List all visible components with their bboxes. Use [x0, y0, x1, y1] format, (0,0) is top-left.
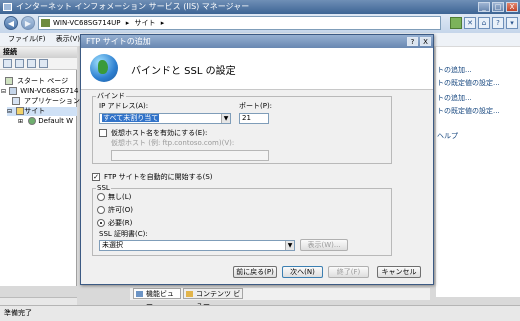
address-separator: ▸: [125, 19, 130, 27]
ssl-none-label: 無し(L): [108, 193, 132, 201]
home-icon[interactable]: ⌂: [478, 17, 490, 29]
action-set-ftp-defaults[interactable]: トの既定値の設定...: [437, 79, 500, 88]
expand-icon[interactable]: ⊞: [18, 118, 23, 125]
ssl-allow-label: 許可(O): [108, 206, 133, 214]
tree-item-app-pools[interactable]: アプリケーション: [12, 97, 80, 106]
chevron-down-icon[interactable]: ▼: [285, 241, 294, 250]
tree-item-start-page[interactable]: スタート ページ: [5, 77, 68, 86]
refresh-icon[interactable]: [450, 17, 462, 29]
iis-app-icon: [3, 3, 12, 11]
address-segment-sites[interactable]: サイト: [134, 19, 155, 27]
add-ftp-site-dialog: FTP サイトの追加 ? X バインドと SSL の設定 バインド IP アドレ…: [80, 34, 434, 285]
actions-panel: トの追加... トの既定値の設定... トの追加... トの既定値の設定... …: [436, 47, 520, 297]
minimize-button[interactable]: _: [478, 2, 490, 12]
window-title: インターネット インフォメーション サービス (IIS) マネージャー: [16, 2, 250, 11]
action-add-website[interactable]: トの追加...: [437, 94, 472, 103]
up-icon[interactable]: [27, 59, 36, 68]
auto-start-label: FTP サイトを自動的に開始する(S): [104, 173, 213, 181]
forward-arrow-icon[interactable]: ▶: [21, 16, 35, 30]
cancel-button[interactable]: キャンセル: [377, 266, 421, 278]
virtual-host-checkbox[interactable]: [99, 129, 107, 137]
view-cert-button[interactable]: 表示(W)...: [300, 239, 348, 251]
action-help[interactable]: ヘルプ: [437, 132, 458, 141]
help-icon[interactable]: ?: [492, 17, 504, 29]
dialog-title: FTP サイトの追加: [86, 37, 151, 46]
stop-icon[interactable]: ✕: [464, 17, 476, 29]
ssl-require-radio[interactable]: [97, 219, 105, 227]
dialog-title-bar: FTP サイトの追加 ? X: [81, 35, 433, 48]
ip-address-select[interactable]: すべて未割り当て ▼: [99, 113, 231, 124]
ssl-allow-radio[interactable]: [97, 206, 105, 214]
action-set-website-defaults[interactable]: トの既定値の設定...: [437, 107, 500, 116]
ip-address-label: IP アドレス(A):: [99, 102, 149, 110]
features-view-icon: [136, 291, 143, 297]
next-button[interactable]: 次へ(N): [282, 266, 323, 278]
tab-content-view[interactable]: コンテンツ ビュー: [183, 288, 243, 309]
ssl-cert-select[interactable]: 未選択 ▼: [99, 240, 295, 251]
globe-icon: [90, 54, 118, 82]
connect-server-icon[interactable]: [39, 59, 48, 68]
virtual-host-input[interactable]: [111, 150, 269, 161]
app-pools-icon: [12, 97, 20, 105]
dropdown-icon[interactable]: ▾: [506, 17, 518, 29]
ssl-group-label: SSL: [96, 184, 111, 192]
port-input[interactable]: 21: [239, 113, 269, 124]
status-text: 準備完了: [4, 309, 32, 317]
virtual-host-label: 仮想ホスト (例: ftp.contoso.com)(V):: [111, 139, 235, 147]
status-bar: 準備完了: [0, 305, 520, 321]
save-icon[interactable]: [15, 59, 24, 68]
menu-file[interactable]: ファイル(F): [8, 35, 46, 43]
ssl-none-radio[interactable]: [97, 193, 105, 201]
website-globe-icon: [28, 117, 36, 125]
connections-horizontal-scrollbar[interactable]: [0, 297, 77, 305]
connect-icon[interactable]: [3, 59, 12, 68]
start-page-icon: [5, 77, 13, 85]
back-arrow-icon[interactable]: ◀: [4, 16, 18, 30]
binding-group-label: バインド: [96, 92, 126, 100]
dialog-help-button[interactable]: ?: [407, 37, 418, 46]
address-toolbar: ◀ ▶ WIN-VC68SG714UP ▸ サイト ▸ ✕ ⌂ ? ▾: [0, 14, 520, 33]
tree-item-default-site[interactable]: ⊞ Default W: [18, 117, 73, 126]
action-add-ftp-site[interactable]: トの追加...: [437, 66, 472, 75]
ssl-cert-label: SSL 証明書(C):: [99, 230, 148, 238]
server-icon: [41, 19, 50, 27]
prev-button[interactable]: 前に戻る(P): [233, 266, 277, 278]
collapse-icon[interactable]: ⊟: [7, 108, 12, 115]
chevron-down-icon[interactable]: ▼: [221, 114, 230, 123]
connections-header: 接続: [0, 47, 77, 58]
port-label: ポート(P):: [239, 102, 273, 110]
virtual-host-checkbox-label: 仮想ホスト名を有効にする(E):: [111, 129, 208, 137]
collapse-icon[interactable]: ⊟: [1, 88, 6, 95]
sites-folder-icon: [16, 107, 24, 115]
address-segment-server[interactable]: WIN-VC68SG714UP: [53, 19, 121, 27]
server-icon: [9, 87, 17, 95]
menu-view[interactable]: 表示(V): [56, 35, 80, 43]
tree-item-server[interactable]: ⊟ WIN-VC68SG714: [1, 87, 78, 96]
connections-toolbar: [0, 58, 77, 70]
dialog-close-button[interactable]: X: [420, 37, 431, 46]
finish-button[interactable]: 終了(F): [328, 266, 369, 278]
dialog-header: バインドと SSL の設定: [81, 48, 433, 90]
address-bar[interactable]: WIN-VC68SG714UP ▸ サイト ▸: [38, 16, 441, 30]
view-tabs: 機能ビュー コンテンツ ビュー: [130, 288, 430, 309]
connections-panel: 接続 スタート ページ ⊟ WIN-VC68SG714 アプリケーション ⊟ サ…: [0, 47, 80, 286]
maximize-button[interactable]: □: [492, 2, 504, 12]
auto-start-checkbox[interactable]: ✓: [92, 173, 100, 181]
window-title-bar: インターネット インフォメーション サービス (IIS) マネージャー _ □ …: [0, 0, 520, 14]
content-view-icon: [186, 291, 193, 297]
close-window-button[interactable]: X: [506, 2, 518, 12]
address-separator: ▸: [160, 19, 165, 27]
ssl-require-label: 必要(R): [108, 219, 133, 227]
tree-item-sites[interactable]: ⊟ サイト: [7, 107, 77, 116]
tab-features-view[interactable]: 機能ビュー: [133, 288, 181, 309]
dialog-heading: バインドと SSL の設定: [131, 66, 236, 77]
